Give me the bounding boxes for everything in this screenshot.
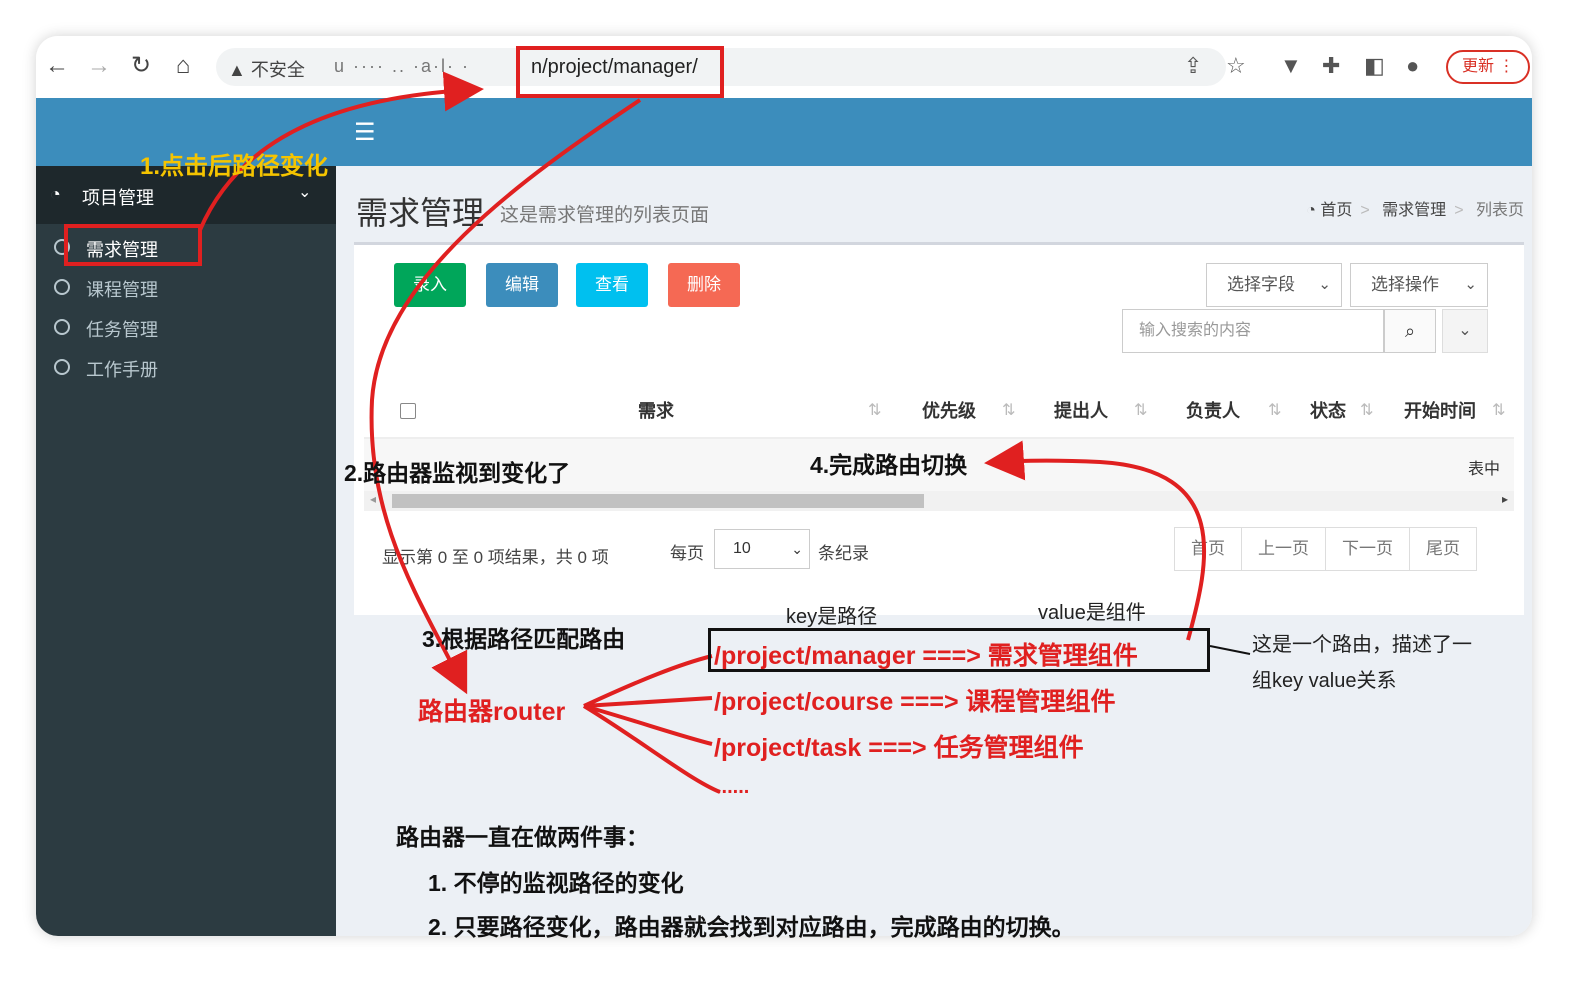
warning-icon: ▲ [228,60,246,80]
select-all-checkbox[interactable] [400,403,416,419]
screenshot-frame: ← → ↻ ⌂ ▲ 不安全 u ···· .. ·a·l· · n/projec… [36,36,1532,936]
scroll-left-icon[interactable]: ◂ [370,492,376,506]
page-subtitle: 这是需求管理的列表页面 [500,205,710,226]
active-item-highlight-box [64,224,202,266]
search-icon: ⌕ [1404,321,1416,341]
circle-icon [54,359,70,375]
pagination: 首页 上一页 下一页 尾页 [1174,527,1477,571]
column-header-proposer[interactable]: 提出人 [1054,385,1108,437]
scroll-right-icon[interactable]: ▸ [1502,492,1508,506]
dashboard-icon: ◔ [1306,202,1316,219]
sidebar-item-courses[interactable]: 课程管理 [36,270,336,306]
sidebar-item-manual[interactable]: 工作手册 [36,350,336,386]
browser-toolbar: ← → ↻ ⌂ ▲ 不安全 u ···· .. ·a·l· · n/projec… [36,36,1532,99]
add-button[interactable]: 录入 [394,263,466,307]
per-page-select[interactable]: 10 ⌄ [714,529,810,569]
star-icon[interactable]: ☆ [1226,53,1246,79]
chevron-down-icon: ⌄ [1464,276,1477,293]
table-empty-row: 表中 [364,439,1514,491]
horizontal-scrollbar[interactable]: ◂ ▸ [364,491,1514,511]
hamburger-menu-icon[interactable]: ☰ [354,118,376,147]
chevron-down-icon: ⌄ [1318,276,1331,293]
chevron-down-icon: ⌄ [791,541,803,557]
per-page-label: 每页 [670,544,704,563]
breadcrumb-home[interactable]: 首页 [1320,202,1352,219]
forward-icon[interactable]: → [84,51,114,81]
circle-icon [54,319,70,335]
reload-icon[interactable]: ↻ [126,51,156,81]
sidebar-item-tasks[interactable]: 任务管理 [36,310,336,346]
breadcrumb: ◔ 首页 > 需求管理 > 列表页 [1306,202,1524,219]
pager-last[interactable]: 尾页 [1410,528,1476,570]
circle-icon [54,279,70,295]
url-highlight-box [516,46,724,98]
chevron-down-icon: ⌄ [298,184,312,201]
kebab-menu-icon: ⋮ [1498,58,1515,75]
scrollbar-thumb[interactable] [392,494,924,508]
column-header-owner[interactable]: 负责人 [1186,385,1240,437]
delete-button[interactable]: 删除 [668,263,740,307]
sort-icon[interactable]: ⇅ [1268,385,1281,437]
insecure-warning[interactable]: ▲ 不安全 [228,56,305,82]
column-header-priority[interactable]: 优先级 [922,385,976,437]
sort-icon[interactable]: ⇅ [868,385,881,437]
back-icon[interactable]: ← [42,51,72,81]
extension-v-icon[interactable]: ▼ [1280,53,1302,79]
edit-button[interactable]: 编辑 [486,263,558,307]
sidebar: ◔ 项目管理 ⌄ 需求管理 课程管理 任务管理 工作手册 [36,166,336,936]
search-input[interactable]: 输入搜索的内容 [1122,309,1384,353]
app-top-bar: ☰ [36,98,1532,166]
dashboard-icon: ◔ [50,184,61,204]
view-button[interactable]: 查看 [576,263,648,307]
expand-search-button[interactable]: ⌄ [1442,309,1488,353]
list-panel: 录入 编辑 查看 删除 选择字段 ⌄ 选择操作 ⌄ 输入搜索的内容 ⌕ ⌄ 需求 ⇅… [354,242,1524,615]
sidepanel-icon[interactable]: ◧ [1364,53,1385,79]
share-icon[interactable]: ⇪ [1184,53,1202,79]
main-content: 需求管理 这是需求管理的列表页面 ◔ 首页 > 需求管理 > 列表页 录入 编辑 查… [336,166,1532,936]
sort-icon[interactable]: ⇅ [1492,385,1505,437]
sort-icon[interactable]: ⇅ [1134,385,1147,437]
puzzle-icon[interactable]: ✚ [1322,53,1340,79]
pager-first[interactable]: 首页 [1175,528,1242,570]
sidebar-group-project[interactable]: ◔ 项目管理 ⌄ [36,166,336,224]
column-header-requirement[interactable]: 需求 [638,385,674,437]
profile-icon[interactable]: ● [1406,53,1419,79]
sort-icon[interactable]: ⇅ [1360,385,1373,437]
sort-icon[interactable]: ⇅ [1002,385,1015,437]
pager-next[interactable]: 下一页 [1326,528,1410,570]
result-info: 显示第 0 至 0 项结果，共 0 项 [382,548,609,567]
select-action-dropdown[interactable]: 选择操作 ⌄ [1350,263,1488,307]
breadcrumb-current: 列表页 [1475,202,1524,219]
update-button[interactable]: 更新 ⋮ [1446,50,1530,84]
search-button[interactable]: ⌕ [1384,309,1436,353]
column-header-start-time[interactable]: 开始时间 [1404,385,1476,437]
column-header-status[interactable]: 状态 [1310,385,1346,437]
table-header: 需求 ⇅ 优先级 ⇅ 提出人 ⇅ 负责人 ⇅ 状态 ⇅ 开始时间 ⇅ [364,385,1514,439]
page-title: 需求管理 [356,195,485,231]
empty-table-text: 表中 [1467,461,1500,478]
per-page-suffix: 条纪录 [818,544,869,563]
breadcrumb-section[interactable]: 需求管理 [1382,202,1446,219]
home-icon[interactable]: ⌂ [168,51,198,81]
select-field-dropdown[interactable]: 选择字段 ⌄ [1206,263,1342,307]
pager-prev[interactable]: 上一页 [1242,528,1326,570]
double-chevron-down-icon: ⌄ [1458,322,1472,339]
url-host-blurred: u ···· .. ·a·l· · [334,56,470,76]
